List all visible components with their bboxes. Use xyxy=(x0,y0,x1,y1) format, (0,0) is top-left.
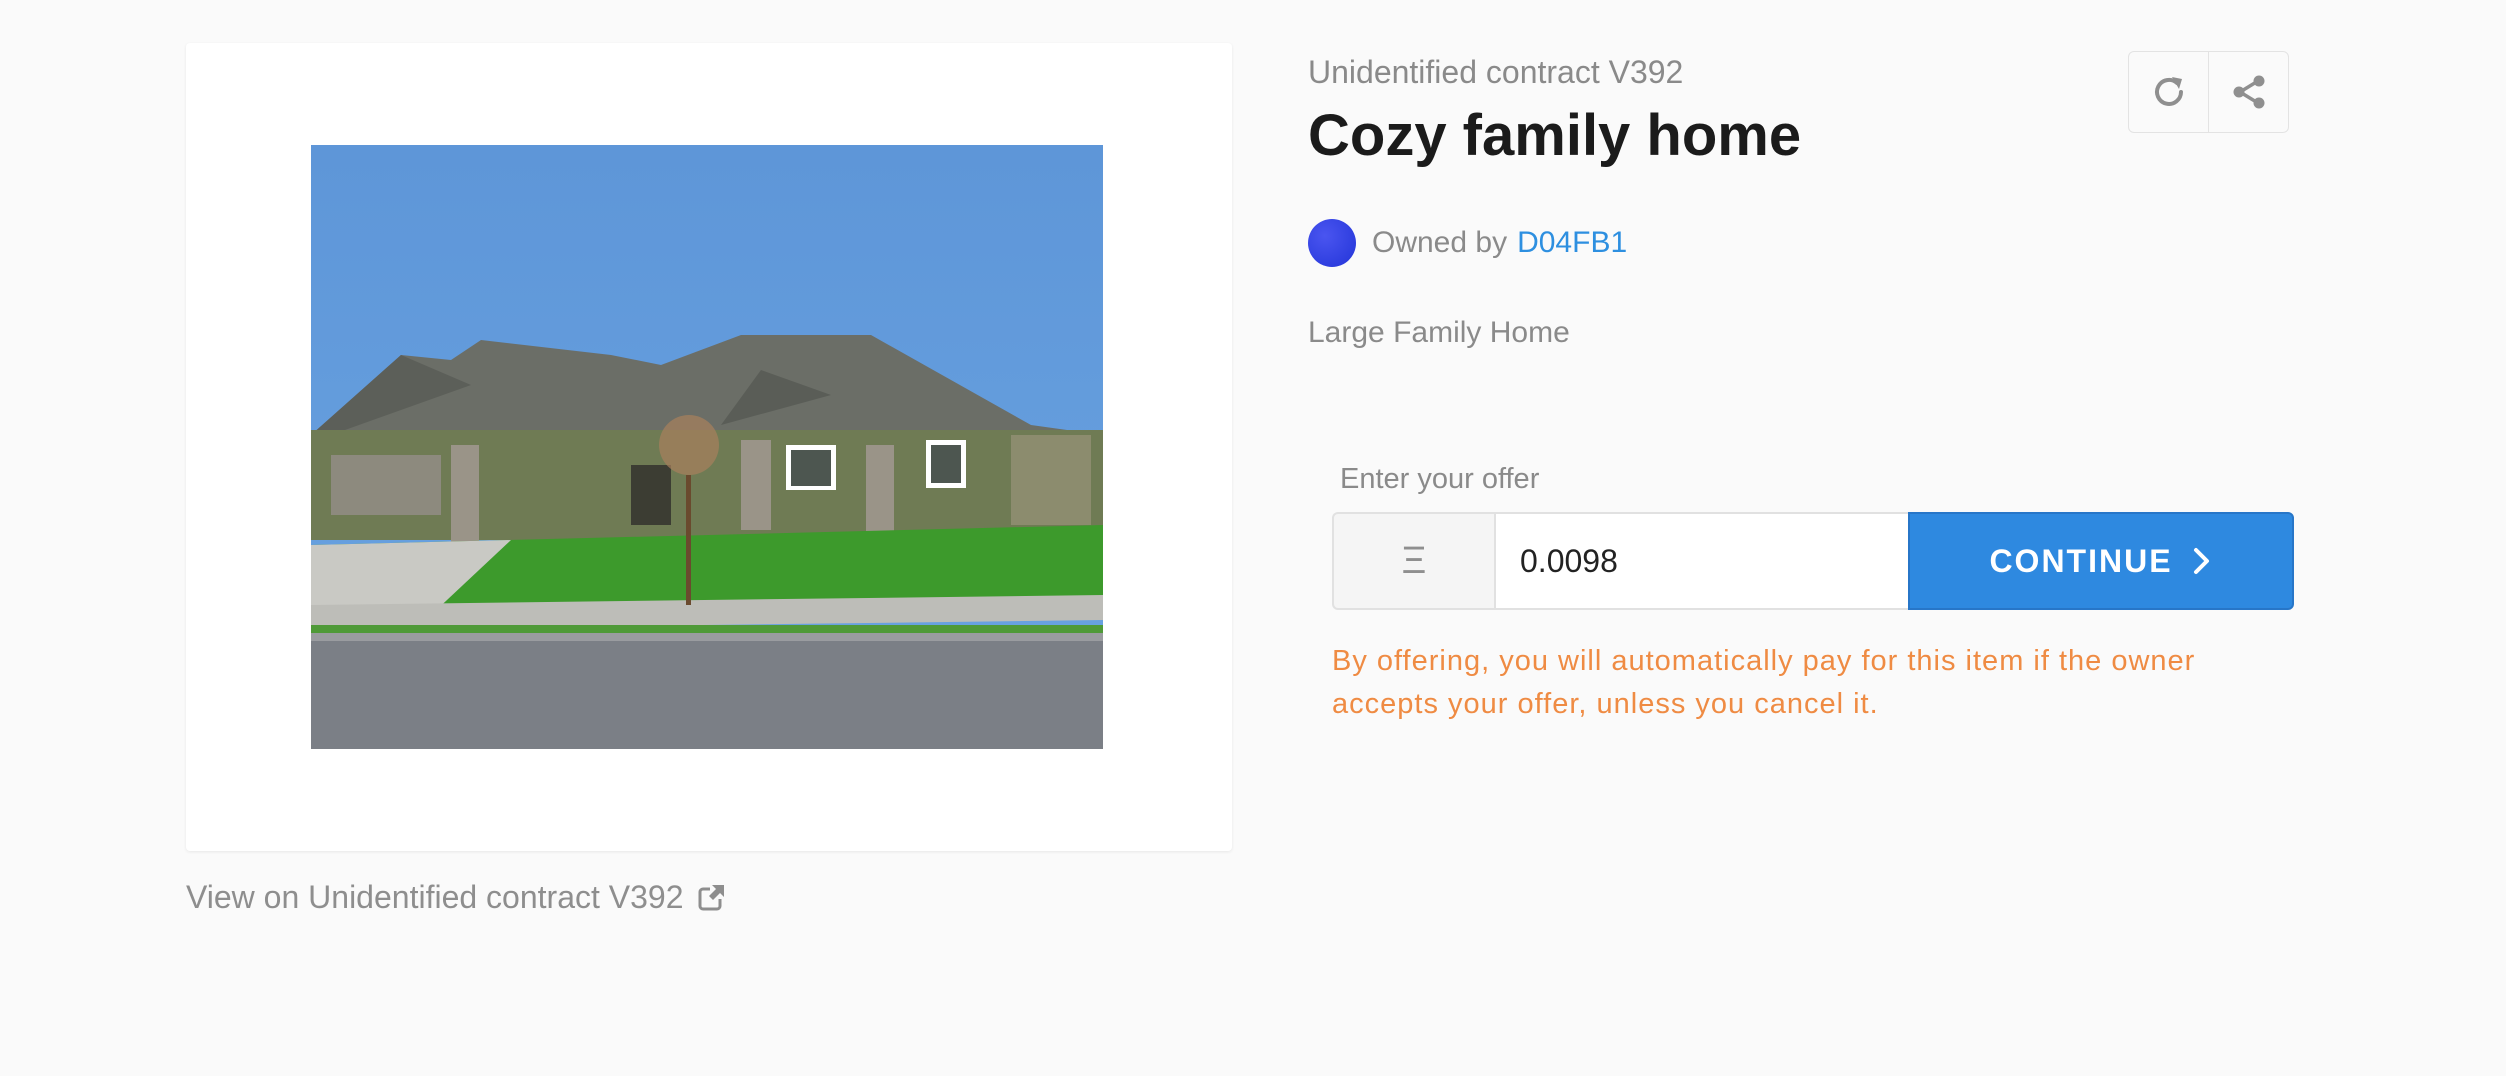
offer-amount-input[interactable] xyxy=(1494,512,1908,610)
external-link-icon xyxy=(698,885,724,911)
view-on-contract-link[interactable]: View on Unidentified contract V392 xyxy=(186,872,726,922)
owner-link[interactable]: D04FB1 xyxy=(1517,226,1627,260)
view-link-label: View on Unidentified contract V392 xyxy=(186,878,684,915)
continue-button[interactable]: CONTINUE xyxy=(1908,512,2294,610)
contract-name: Unidentified contract V392 xyxy=(1308,54,1684,90)
action-buttons xyxy=(2128,51,2289,133)
asset-description: Large Family Home xyxy=(1308,316,1570,349)
offer-form: Ξ CONTINUE xyxy=(1332,512,2294,610)
house-photo xyxy=(311,145,1103,749)
owner-prefix: Owned by xyxy=(1372,226,1508,259)
refresh-button[interactable] xyxy=(2129,52,2208,132)
currency-symbol: Ξ xyxy=(1332,512,1494,610)
offer-label: Enter your offer xyxy=(1340,463,1540,495)
continue-button-label: CONTINUE xyxy=(1989,542,2173,579)
owner-info: Owned by D04FB1 xyxy=(1308,218,1627,268)
share-button[interactable] xyxy=(2208,52,2288,132)
refresh-icon xyxy=(2154,77,2183,106)
asset-image-card xyxy=(186,43,1232,851)
share-icon xyxy=(2233,75,2264,109)
offer-disclaimer: By offering, you will automatically pay … xyxy=(1332,645,2196,720)
asset-title: Cozy family home xyxy=(1308,103,1802,168)
chevron-right-icon xyxy=(2193,548,2209,574)
owner-avatar xyxy=(1308,219,1356,267)
